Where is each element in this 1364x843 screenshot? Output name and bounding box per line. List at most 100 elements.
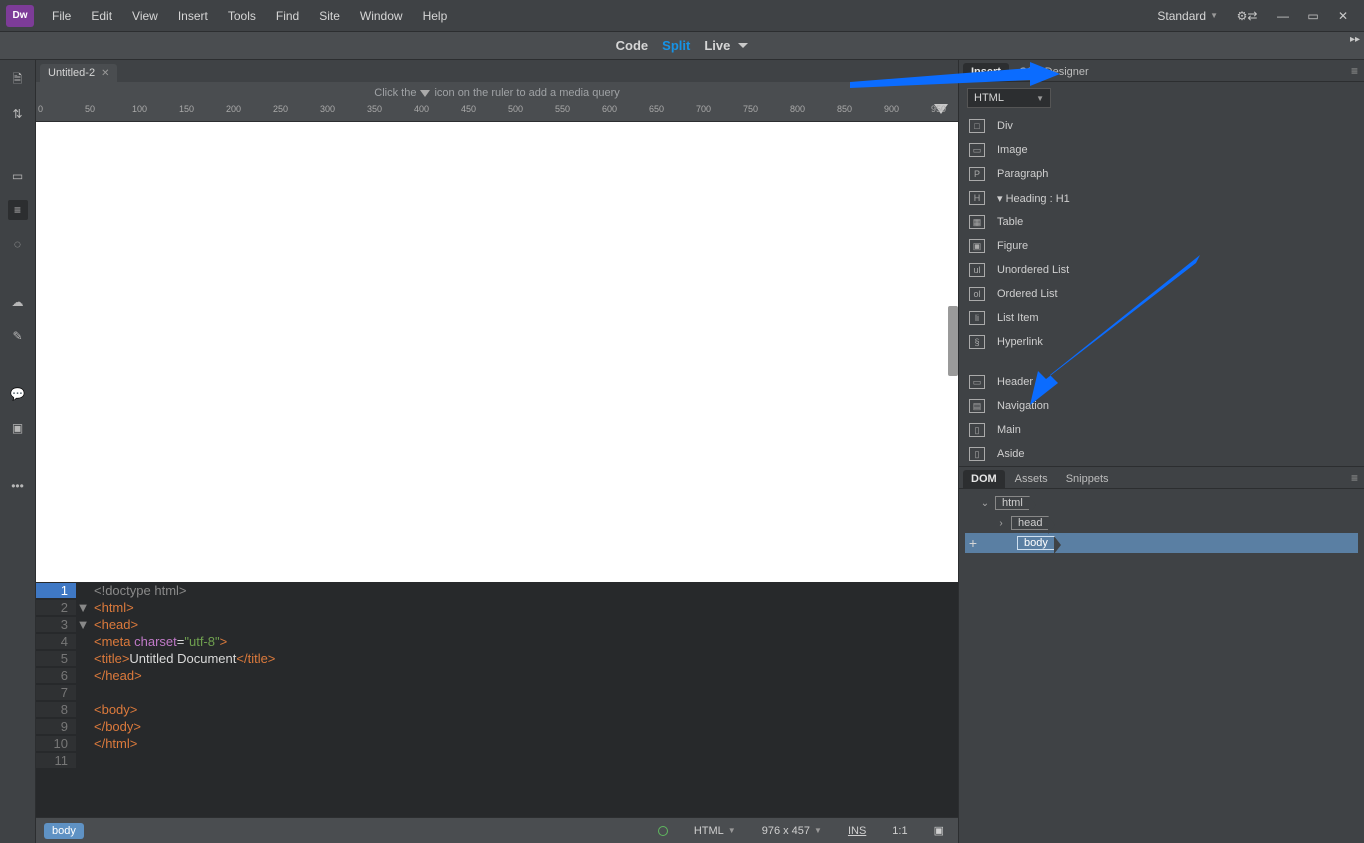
panel-menu-icon[interactable]: ≡ [1345, 61, 1364, 81]
insert-item-icon: □ [969, 119, 985, 133]
menu-view[interactable]: View [122, 3, 168, 29]
insert-category-select[interactable]: HTML▼ [967, 88, 1051, 108]
dom-node-html[interactable]: ⌄ html [965, 493, 1358, 513]
menu-tools[interactable]: Tools [218, 3, 266, 29]
dom-breadcrumb[interactable]: body [44, 823, 84, 839]
code-line[interactable]: 9</body> [36, 718, 958, 735]
insert-mode-indicator[interactable]: INS [842, 825, 872, 837]
code-line[interactable]: 7 [36, 684, 958, 701]
ruler-tick: 100 [132, 104, 147, 114]
ruler-tick: 650 [649, 104, 664, 114]
settings-icon[interactable]: ◌ [8, 234, 28, 254]
manage-sites-icon[interactable]: ▭ [8, 166, 28, 186]
code-line[interactable]: 2▼<html> [36, 599, 958, 616]
insert-panel-tab[interactable]: Insert [963, 63, 1009, 81]
code-view-button[interactable]: Code [616, 38, 649, 53]
insert-item-table[interactable]: ▦ Table [959, 210, 1364, 234]
insert-item-main[interactable]: ▯Main [959, 418, 1364, 442]
right-panel: Insert CSS Designer ≡ HTML▼ □Div▭ImagePP… [958, 60, 1364, 843]
ruler-tick: 850 [837, 104, 852, 114]
extract-icon[interactable]: ☁ [8, 292, 28, 312]
code-line[interactable]: 1<!doctype html> [36, 582, 958, 599]
status-ok-icon [652, 826, 674, 836]
insert-item-figure[interactable]: ▣Figure [959, 234, 1364, 258]
menu-help[interactable]: Help [413, 3, 458, 29]
menu-window[interactable]: Window [350, 3, 413, 29]
code-editor[interactable]: 1<!doctype html>2▼<html>3▼<head>4<meta c… [36, 582, 958, 817]
live-dropdown-icon[interactable] [738, 43, 748, 48]
insert-item-label: Aside [997, 448, 1025, 460]
viewport-size-selector[interactable]: 976 x 457▼ [756, 825, 828, 837]
insert-item-label: Image [997, 144, 1028, 156]
insert-item-header[interactable]: ▭Header [959, 370, 1364, 394]
menu-file[interactable]: File [42, 3, 81, 29]
insert-item-aside[interactable]: ▯Aside [959, 442, 1364, 466]
insert-item-ordered-list[interactable]: olOrdered List [959, 282, 1364, 306]
add-node-icon[interactable]: + [965, 535, 981, 551]
dom-node-body[interactable]: + body [965, 533, 1358, 553]
expand-icon[interactable]: ⌄ [979, 498, 991, 509]
insert-item-heading-h1[interactable]: H▾ Heading : H1 [959, 186, 1364, 210]
comment-icon[interactable]: 💬 [8, 384, 28, 404]
code-line[interactable]: 8<body> [36, 701, 958, 718]
insert-item-image[interactable]: ▭Image [959, 138, 1364, 162]
insert-item-icon: § [969, 335, 985, 349]
live-view-button[interactable]: Live [704, 38, 748, 53]
language-selector[interactable]: HTML▼ [688, 825, 742, 837]
color-icon[interactable]: ✎ [8, 326, 28, 346]
insert-item-list-item[interactable]: liList Item [959, 306, 1364, 330]
workspace-selector[interactable]: Standard▼ [1149, 5, 1226, 27]
horizontal-ruler[interactable]: 0501001502002503003504004505005506006507… [36, 104, 958, 122]
ruler-tick: 950 [931, 104, 946, 114]
code-line[interactable]: 10</html> [36, 735, 958, 752]
code-line[interactable]: 11 [36, 752, 958, 769]
design-scrollbar[interactable] [948, 306, 958, 376]
menu-edit[interactable]: Edit [81, 3, 122, 29]
code-line[interactable]: 3▼<head> [36, 616, 958, 633]
code-nav-icon[interactable]: ⇅ [8, 104, 28, 124]
insert-item-unordered-list[interactable]: ulUnordered List [959, 258, 1364, 282]
document-tab[interactable]: Untitled-2 ✕ [40, 64, 117, 82]
maximize-button[interactable]: ▭ [1298, 6, 1328, 26]
menu-insert[interactable]: Insert [168, 3, 218, 29]
preview-in-browser-icon[interactable]: ▣ [928, 824, 950, 837]
insert-item-icon: ▦ [969, 215, 985, 229]
close-tab-icon[interactable]: ✕ [101, 68, 109, 79]
assets-panel-tab[interactable]: Assets [1007, 470, 1056, 488]
dom-tree[interactable]: ⌄ html › head + body [959, 489, 1364, 843]
dom-panel-menu-icon[interactable]: ≡ [1345, 468, 1364, 488]
sync-settings-icon[interactable]: ⚙⇄ [1232, 6, 1262, 26]
inspect-icon[interactable]: ▣ [8, 418, 28, 438]
file-icon[interactable]: 🗎 [8, 70, 28, 90]
design-view-canvas[interactable] [36, 122, 958, 582]
close-button[interactable]: ✕ [1328, 6, 1358, 26]
preview-icon[interactable]: ≡ [8, 200, 28, 220]
minimize-button[interactable]: — [1268, 6, 1298, 26]
code-line[interactable]: 5<title>Untitled Document</title> [36, 650, 958, 667]
ruler-tick: 0 [38, 104, 43, 114]
insert-item-label: Paragraph [997, 168, 1048, 180]
insert-item-label: Figure [997, 240, 1028, 252]
code-line[interactable]: 4<meta charset="utf-8"> [36, 633, 958, 650]
code-line[interactable]: 6</head> [36, 667, 958, 684]
left-tool-rail: 🗎 ⇅ ▭ ≡ ◌ ☁ ✎ 💬 ▣ ••• [0, 60, 36, 843]
css-designer-panel-tab[interactable]: CSS Designer [1011, 63, 1097, 81]
dom-node-head[interactable]: › head [965, 513, 1358, 533]
split-view-button[interactable]: Split [662, 38, 690, 53]
insert-item-hyperlink[interactable]: § Hyperlink [959, 330, 1364, 354]
insert-item-icon: li [969, 311, 985, 325]
dom-panel-tab[interactable]: DOM [963, 470, 1005, 488]
ruler-tick: 200 [226, 104, 241, 114]
insert-item-div[interactable]: □Div [959, 114, 1364, 138]
expand-panels-icon[interactable]: ▸▸ [1350, 34, 1360, 45]
insert-item-navigation[interactable]: ▤Navigation [959, 394, 1364, 418]
menu-find[interactable]: Find [266, 3, 309, 29]
snippets-panel-tab[interactable]: Snippets [1058, 470, 1117, 488]
more-tools-icon[interactable]: ••• [8, 476, 28, 496]
cursor-position: 1:1 [886, 825, 913, 837]
insert-item-label: Hyperlink [997, 336, 1043, 348]
insert-item-label: Table [997, 216, 1023, 228]
menu-site[interactable]: Site [309, 3, 350, 29]
insert-item-paragraph[interactable]: PParagraph [959, 162, 1364, 186]
expand-icon[interactable]: › [995, 518, 1007, 529]
